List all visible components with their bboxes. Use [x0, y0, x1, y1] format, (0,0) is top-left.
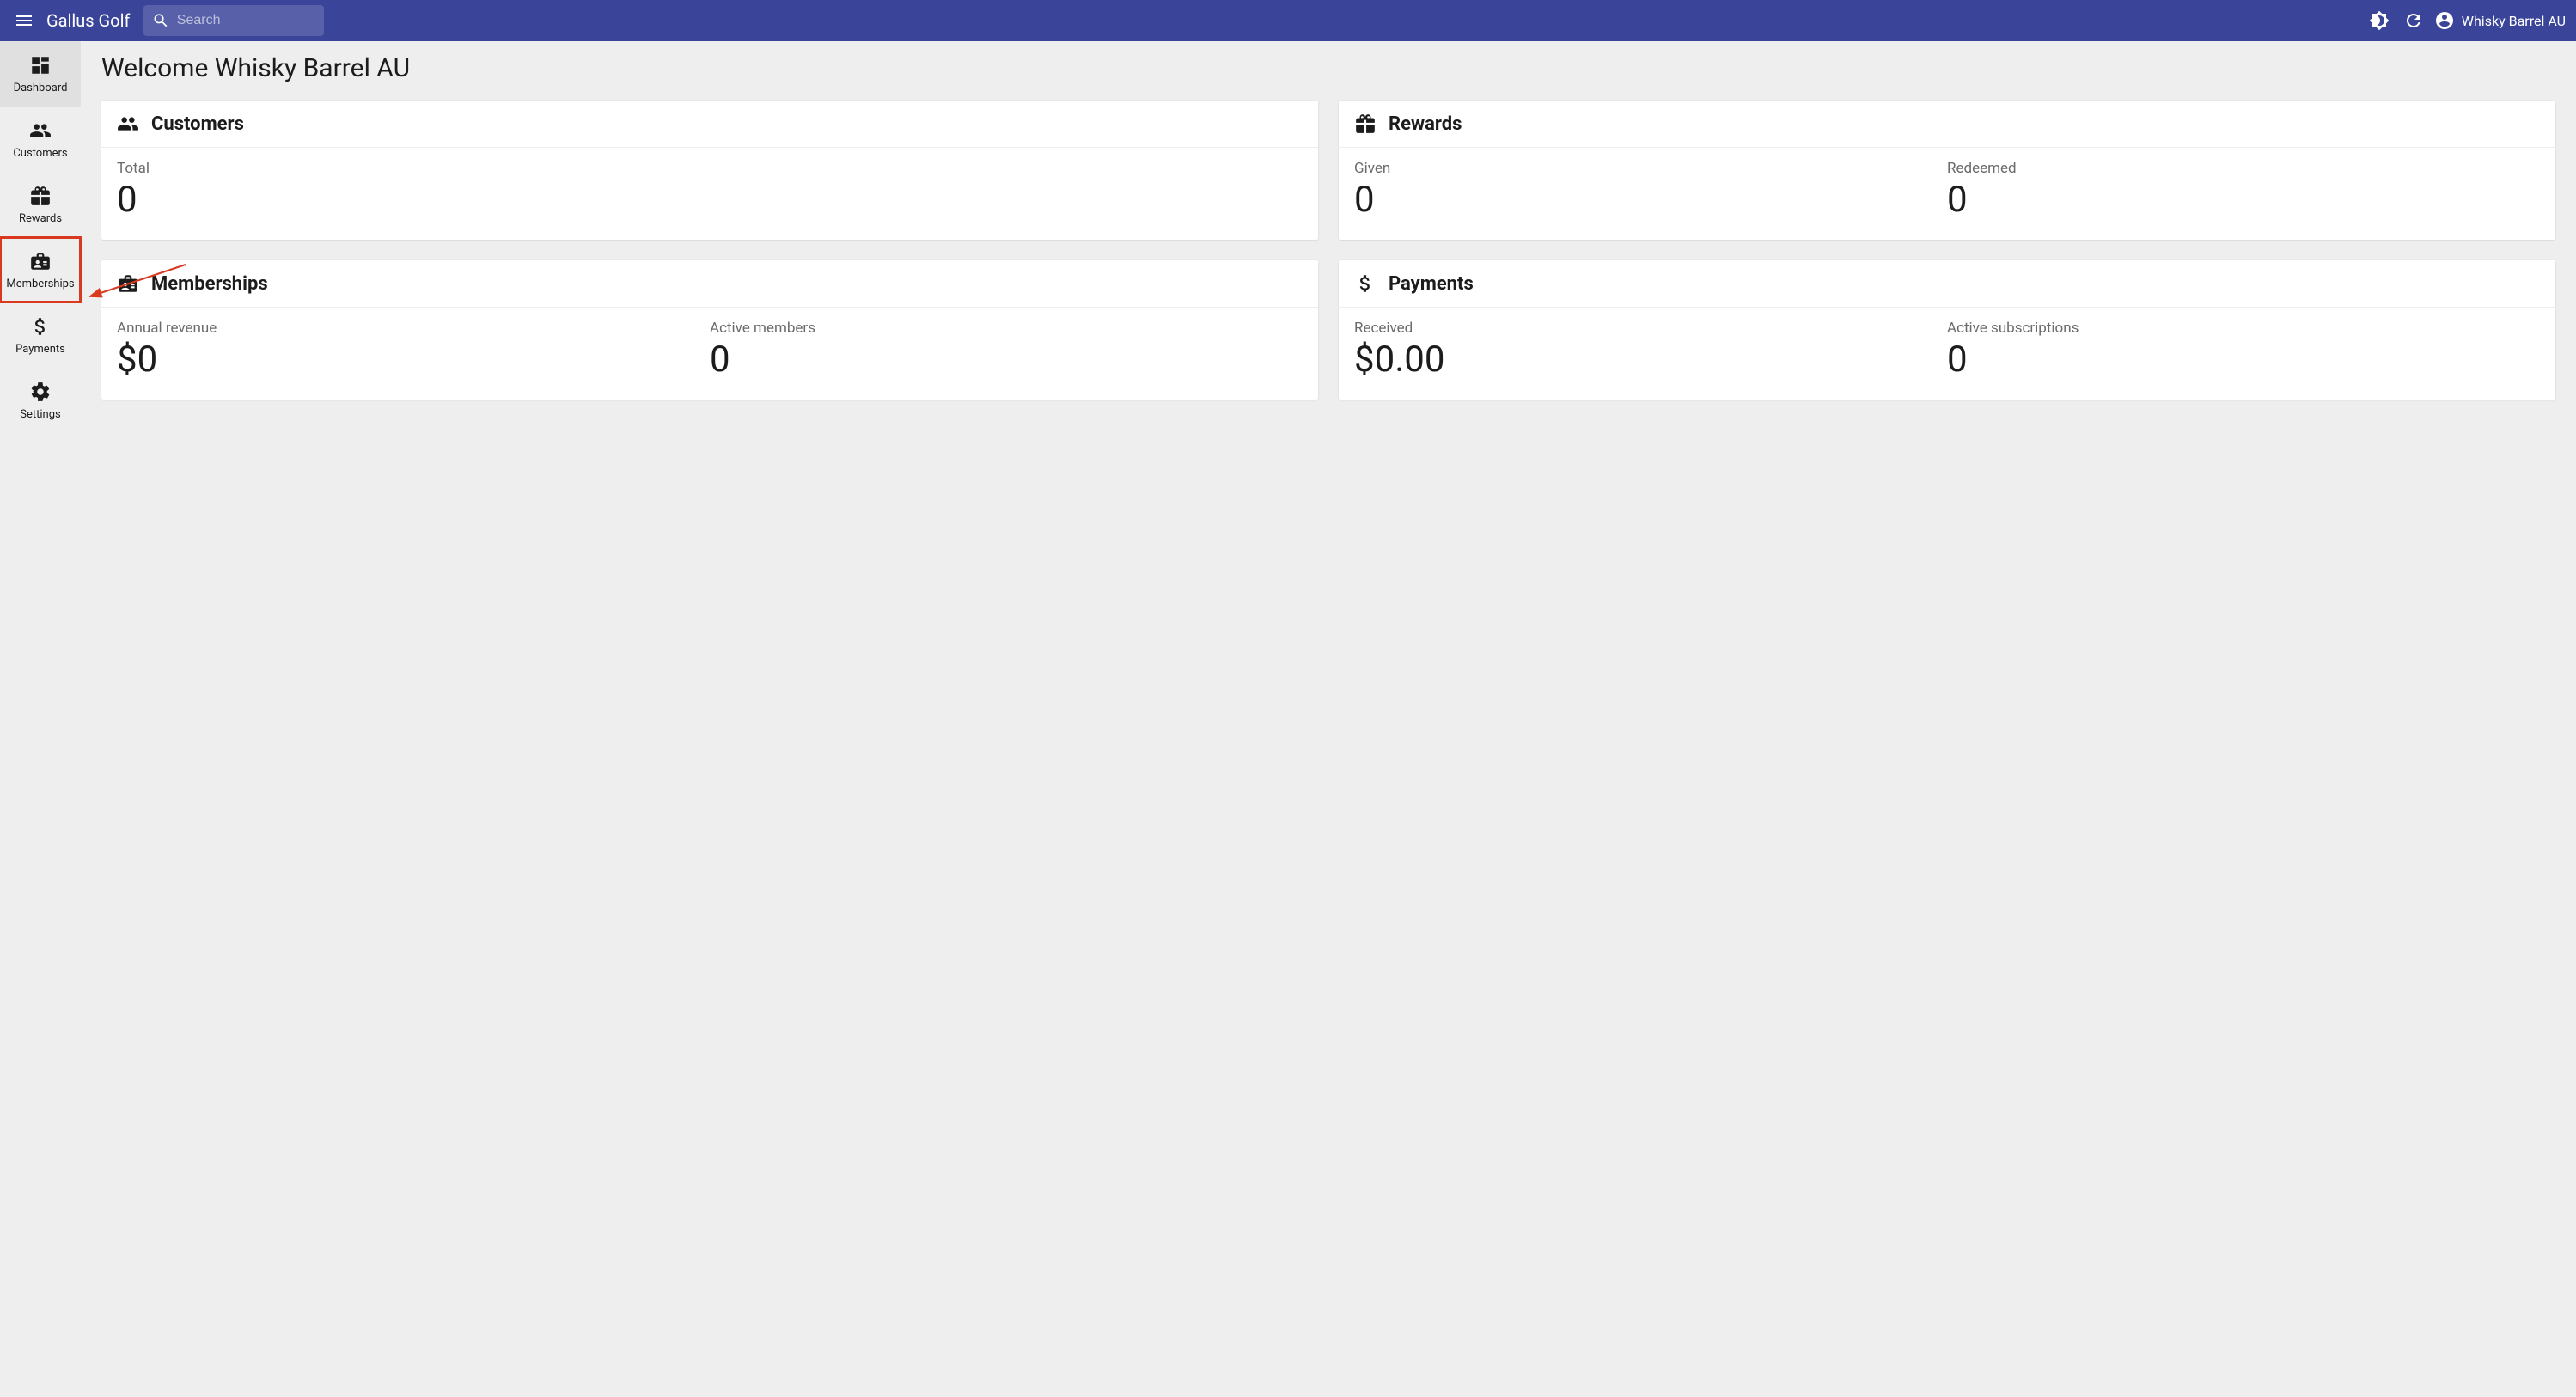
settings-icon — [29, 381, 52, 403]
account-icon — [2434, 10, 2455, 31]
main-content: Welcome Whisky Barrel AU Customers Total… — [81, 41, 2576, 1397]
card-body: Annual revenue $0 Active members 0 — [101, 308, 1318, 400]
sidebar: Dashboard Customers Rewards Memberships … — [0, 41, 81, 1397]
card-header: Customers — [101, 101, 1318, 148]
search-box[interactable] — [143, 5, 324, 36]
customers-icon — [117, 113, 139, 135]
metric-value: $0 — [117, 339, 710, 381]
memberships-icon — [117, 272, 139, 295]
rewards-icon — [29, 185, 52, 207]
search-input[interactable] — [177, 13, 316, 28]
metric-label: Received — [1354, 320, 1947, 337]
card-title: Memberships — [151, 273, 268, 295]
sidebar-item-label: Rewards — [0, 212, 81, 225]
metric-redeemed: Redeemed 0 — [1947, 160, 2540, 221]
metric-label: Active members — [710, 320, 1303, 337]
sidebar-item-dashboard[interactable]: Dashboard — [0, 41, 81, 107]
sidebar-item-settings[interactable]: Settings — [0, 368, 81, 433]
metric-value: 0 — [1947, 339, 2540, 381]
metric-label: Total — [117, 160, 1303, 177]
metric-value: 0 — [1354, 179, 1947, 221]
metric-subscriptions: Active subscriptions 0 — [1947, 320, 2540, 381]
user-menu[interactable]: Whisky Barrel AU — [2434, 10, 2566, 31]
customers-card: Customers Total 0 — [101, 101, 1318, 240]
metric-label: Given — [1354, 160, 1947, 177]
card-body: Given 0 Redeemed 0 — [1339, 148, 2555, 240]
card-header: Rewards — [1339, 101, 2555, 148]
refresh-button[interactable] — [2396, 3, 2431, 38]
rewards-card: Rewards Given 0 Redeemed 0 — [1339, 101, 2555, 240]
brightness-icon — [2369, 10, 2390, 31]
metric-value: 0 — [117, 179, 1303, 221]
customers-icon — [29, 119, 52, 142]
metric-label: Annual revenue — [117, 320, 710, 337]
sidebar-item-label: Dashboard — [0, 82, 81, 95]
memberships-card: Memberships Annual revenue $0 Active mem… — [101, 260, 1318, 400]
rewards-icon — [1354, 113, 1377, 135]
sidebar-item-label: Memberships — [0, 278, 81, 290]
memberships-icon — [29, 250, 52, 272]
sidebar-item-rewards[interactable]: Rewards — [0, 172, 81, 237]
app-bar: Gallus Golf Whisky Barrel AU — [0, 0, 2576, 41]
payments-icon — [1354, 272, 1377, 295]
sidebar-item-label: Customers — [0, 147, 81, 160]
card-title: Customers — [151, 113, 244, 135]
metric-label: Redeemed — [1947, 160, 2540, 177]
search-icon — [152, 10, 169, 31]
card-body: Total 0 — [101, 148, 1318, 240]
metric-value: 0 — [710, 339, 1303, 381]
metric-value: $0.00 — [1354, 339, 1947, 381]
app-title: Gallus Golf — [46, 10, 130, 31]
refresh-icon — [2403, 10, 2424, 31]
metric-total: Total 0 — [117, 160, 1303, 221]
card-header: Memberships — [101, 260, 1318, 308]
metric-value: 0 — [1947, 179, 2540, 221]
metric-active-members: Active members 0 — [710, 320, 1303, 381]
metric-revenue: Annual revenue $0 — [117, 320, 710, 381]
metric-given: Given 0 — [1354, 160, 1947, 221]
dashboard-grid: Customers Total 0 Rewards Given 0 — [101, 101, 2555, 400]
sidebar-item-label: Payments — [0, 343, 81, 356]
card-body: Received $0.00 Active subscriptions 0 — [1339, 308, 2555, 400]
payments-icon — [29, 315, 52, 338]
theme-toggle-button[interactable] — [2362, 3, 2396, 38]
sidebar-item-payments[interactable]: Payments — [0, 302, 81, 368]
user-name: Whisky Barrel AU — [2462, 13, 2566, 29]
card-header: Payments — [1339, 260, 2555, 308]
page-title: Welcome Whisky Barrel AU — [101, 53, 2555, 83]
payments-card: Payments Received $0.00 Active subscript… — [1339, 260, 2555, 400]
menu-button[interactable] — [7, 3, 41, 38]
sidebar-item-memberships[interactable]: Memberships — [0, 237, 81, 302]
sidebar-item-customers[interactable]: Customers — [0, 107, 81, 172]
card-title: Payments — [1389, 273, 1474, 295]
card-title: Rewards — [1389, 113, 1462, 135]
menu-icon — [14, 10, 34, 31]
metric-received: Received $0.00 — [1354, 320, 1947, 381]
metric-label: Active subscriptions — [1947, 320, 2540, 337]
dashboard-icon — [29, 54, 52, 76]
sidebar-item-label: Settings — [0, 408, 81, 421]
